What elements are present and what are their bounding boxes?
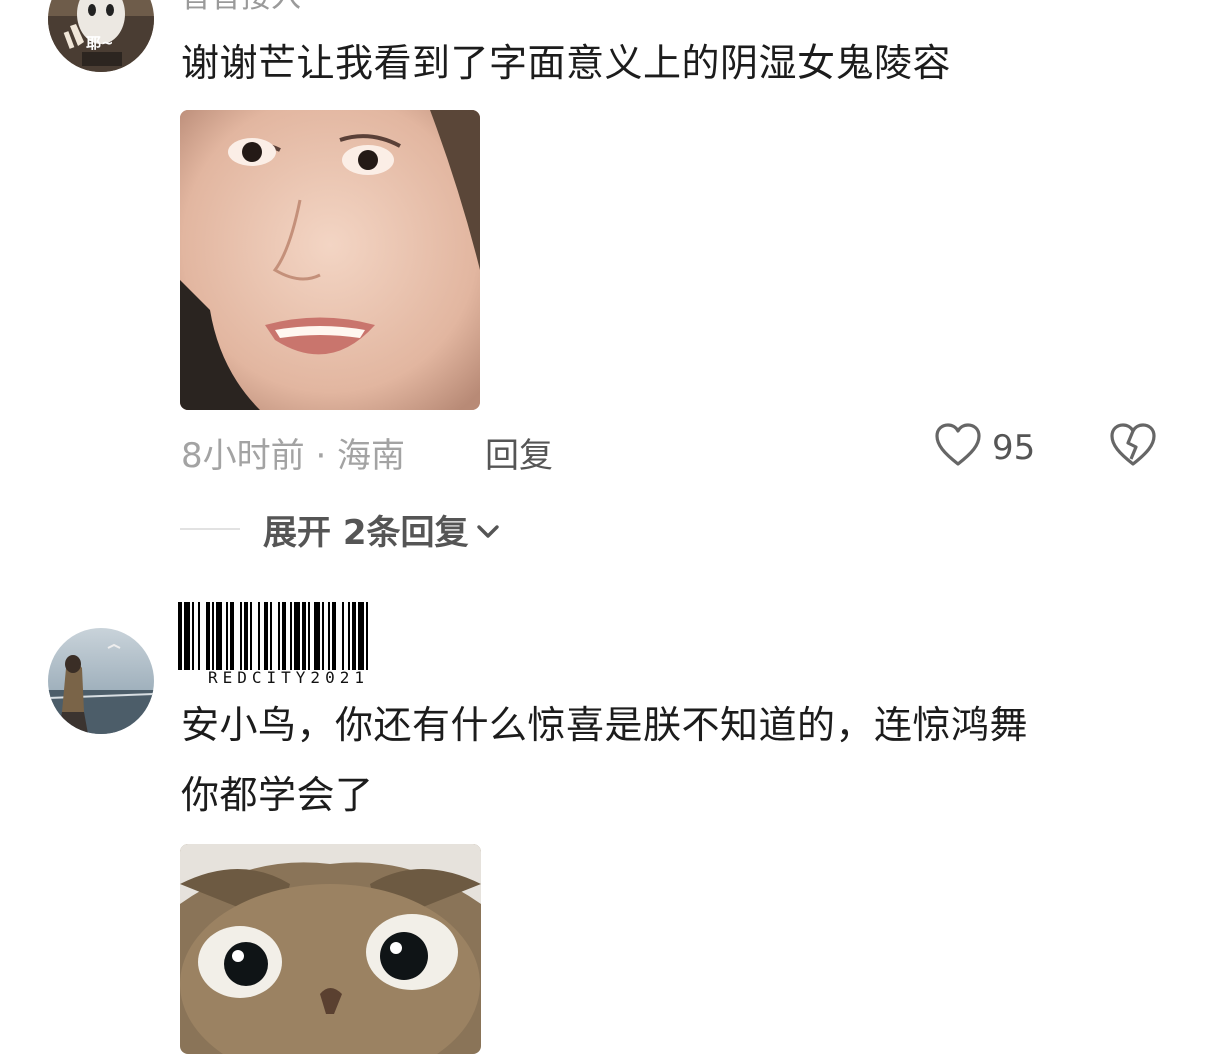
barcode-bar <box>270 602 272 670</box>
barcode-bar <box>328 602 330 670</box>
barcode-bar <box>216 602 222 670</box>
like-count: 95 <box>992 428 1036 468</box>
barcode-bar <box>198 602 200 670</box>
avatar-caption: 耶~ <box>86 34 114 52</box>
barcode-bar <box>322 602 324 670</box>
barcode-bar <box>358 602 364 670</box>
expand-replies-button[interactable]: 展开 2条回复 <box>263 506 501 553</box>
barcode-bar <box>278 602 280 670</box>
reply-button[interactable]: 回复 <box>485 428 553 477</box>
barcode-bar <box>352 602 356 670</box>
barcode-bar <box>230 602 234 670</box>
comment-image[interactable] <box>180 844 481 1054</box>
comment-meta: 8小时前 · 海南 <box>181 436 406 476</box>
comment-text: 谢谢芒让我看到了字面意义上的阴湿女鬼陵容 <box>181 41 952 85</box>
avatar[interactable] <box>48 628 154 734</box>
comment-text-line-2: 你都学会了 <box>181 773 374 817</box>
barcode-bar <box>342 602 344 670</box>
barcode-bar <box>302 602 306 670</box>
barcode-bar <box>308 602 310 670</box>
heart-outline-icon <box>935 423 981 466</box>
barcode-bar <box>290 602 292 670</box>
comment-text-line-1: 安小鸟，你还有什么惊喜是朕不知道的，连惊鸿舞 <box>181 703 1029 747</box>
username-barcode[interactable]: REDCITY2021 <box>178 602 434 690</box>
chevron-down-icon <box>476 525 499 538</box>
barcode-graphic <box>178 602 368 670</box>
face-photo <box>180 110 480 410</box>
barcode-bar <box>192 602 194 670</box>
comment-image[interactable] <box>180 110 480 410</box>
barcode-bar <box>250 602 252 670</box>
barcode-bar <box>264 602 268 670</box>
barcode-bar <box>314 602 320 670</box>
barcode-bar <box>294 602 300 670</box>
expand-replies-label: 展开 2条回复 <box>263 512 469 553</box>
barcode-bar <box>240 602 242 670</box>
barcode-bar <box>282 602 286 670</box>
barcode-bar <box>212 602 214 670</box>
barcode-bar <box>366 602 368 670</box>
broken-heart-icon <box>1110 423 1156 466</box>
username[interactable]: 音音接入 <box>181 0 301 16</box>
barcode-text: REDCITY2021 <box>208 668 369 687</box>
barcode-bar <box>206 602 210 670</box>
barcode-bar <box>244 602 248 670</box>
avatar[interactable]: 耶~ <box>48 0 154 72</box>
barcode-bar <box>184 602 190 670</box>
avatar-image <box>48 628 154 734</box>
barcode-bar <box>258 602 260 670</box>
barcode-bar <box>226 602 228 670</box>
expand-divider <box>180 528 240 530</box>
like-button[interactable] <box>934 423 986 471</box>
barcode-bar <box>332 602 336 670</box>
barcode-bar <box>178 602 182 670</box>
barcode-bar <box>348 602 350 670</box>
cat-photo <box>180 844 481 1054</box>
dislike-button[interactable] <box>1109 423 1159 471</box>
